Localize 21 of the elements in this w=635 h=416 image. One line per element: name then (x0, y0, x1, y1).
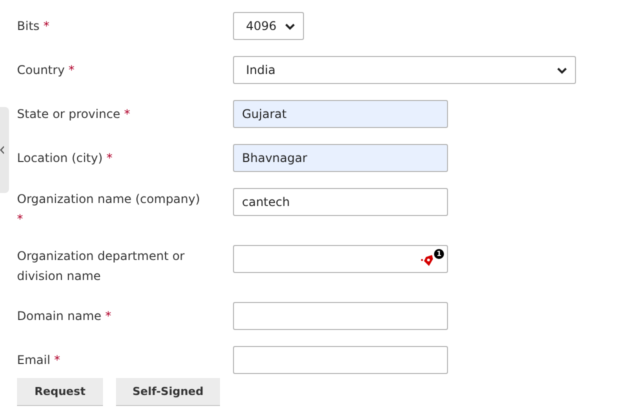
field-label: Organization department or division name (17, 248, 186, 285)
input-field[interactable]: Bhavnagar (233, 144, 448, 172)
input-field[interactable]: cantech (233, 188, 448, 216)
input-field[interactable] (233, 346, 448, 374)
extension-icon[interactable] (421, 254, 433, 266)
field-label: State or province * (17, 106, 132, 123)
select-field[interactable]: 4096 (233, 12, 304, 40)
self-signed-button[interactable]: Self-Signed (116, 378, 220, 406)
field-label: Email * (17, 352, 62, 369)
field-label: Domain name * (17, 308, 112, 325)
field-label: Organization name (company) * (17, 191, 202, 228)
caret-icon (285, 22, 295, 30)
field-label: Location (city) * (17, 150, 114, 167)
input-field[interactable] (233, 302, 448, 330)
field-label: Bits * (17, 18, 50, 35)
chevron-left-icon[interactable] (0, 146, 4, 154)
field-label: Country * (17, 62, 76, 79)
input-field[interactable]: Gujarat (233, 100, 448, 128)
request-button[interactable]: Request (17, 378, 103, 406)
caret-icon (557, 66, 567, 74)
select-field[interactable]: India (233, 56, 576, 84)
